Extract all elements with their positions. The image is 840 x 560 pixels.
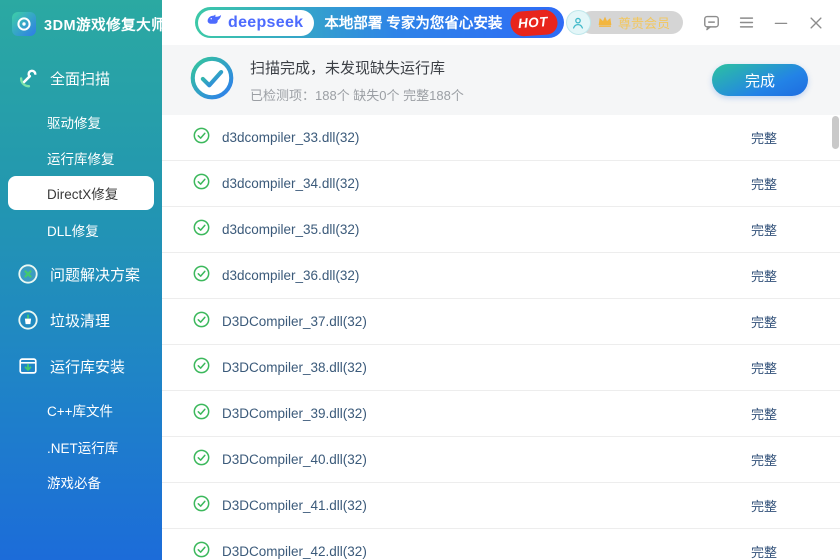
- table-row: D3DCompiler_41.dll(32) 完整: [162, 483, 840, 529]
- close-icon[interactable]: [806, 13, 826, 33]
- dll-file-name: D3DCompiler_38.dll(32): [222, 360, 367, 375]
- check-circle-icon: [193, 127, 210, 149]
- dll-file-name: D3DCompiler_40.dll(32): [222, 452, 367, 467]
- hot-badge: HOT: [511, 9, 558, 36]
- dll-result-list: d3dcompiler_33.dll(32) 完整 d3dcompiler_34.d…: [162, 115, 840, 560]
- vip-pill: 尊贵会员: [579, 11, 683, 34]
- dll-file-name: D3DCompiler_39.dll(32): [222, 406, 367, 421]
- minimize-icon[interactable]: [771, 13, 791, 33]
- sidebar-nav: 全面扫描驱动修复运行库修复 DirectX修复 DLL修复问题解决方案 垃圾清理运行库…: [0, 38, 162, 492]
- app-logo-row: 3DM游戏修复大师: [0, 0, 162, 38]
- deepseek-brand-label: deepseek: [228, 13, 304, 31]
- crown-icon: [597, 14, 613, 31]
- sidebar-item-label: 运行库安装: [50, 358, 126, 376]
- sidebar-item-full-scan[interactable]: 全面扫描: [0, 64, 162, 92]
- wrench-icon: [17, 67, 39, 89]
- sidebar-item-label: 游戏必备: [47, 476, 101, 491]
- dll-status-label: 完整: [750, 315, 777, 330]
- dll-status-label: 完整: [750, 131, 777, 146]
- table-row: d3dcompiler_34.dll(32) 完整: [162, 161, 840, 207]
- main-panel: deepseek 本地部署 专家为您省心安装 HOT 尊贵会员 扫描完成，未发现…: [162, 0, 840, 560]
- table-row: D3DCompiler_40.dll(32) 完整: [162, 437, 840, 483]
- table-row: D3DCompiler_39.dll(32) 完整: [162, 391, 840, 437]
- menu-icon[interactable]: [736, 13, 756, 33]
- check-circle-icon: [193, 219, 210, 241]
- dll-file-name: d3dcompiler_35.dll(32): [222, 222, 360, 237]
- sidebar: 3DM游戏修复大师 全面扫描驱动修复运行库修复 DirectX修复 DLL修复问题解…: [0, 0, 162, 560]
- sidebar-item-label: 垃圾清理: [50, 312, 111, 330]
- scan-result-summary: 已检测项：188个 缺失0个 完整188个: [250, 87, 464, 103]
- scrollbar-thumb[interactable]: [832, 116, 839, 149]
- dll-file-name: D3DCompiler_37.dll(32): [222, 314, 367, 329]
- sidebar-item-label: C++库文件: [47, 404, 114, 419]
- check-circle-icon: [193, 357, 210, 379]
- vip-label: 尊贵会员: [617, 16, 670, 31]
- sidebar-item-directx-fix[interactable]: DirectX修复: [8, 176, 154, 210]
- dll-status-label: 完整: [750, 545, 777, 560]
- dll-status-label: 完整: [750, 499, 777, 514]
- check-circle-icon: [193, 403, 210, 425]
- dll-status-label: 完整: [750, 361, 777, 376]
- app-window: 3DM游戏修复大师 全面扫描驱动修复运行库修复 DirectX修复 DLL修复问题解…: [0, 0, 840, 560]
- check-circle-icon: [193, 541, 210, 560]
- sidebar-item-driver-fix[interactable]: 驱动修复: [0, 112, 162, 132]
- dll-status-label: 完整: [750, 177, 777, 192]
- sidebar-item-label: 运行库修复: [47, 152, 115, 167]
- dll-file-name: d3dcompiler_33.dll(32): [222, 130, 360, 145]
- sidebar-item-junk-clean[interactable]: 垃圾清理: [0, 306, 162, 334]
- scan-result-header: 扫描完成，未发现缺失运行库 已检测项：188个 缺失0个 完整188个 完成: [162, 45, 840, 115]
- dll-file-name: d3dcompiler_36.dll(32): [222, 268, 360, 283]
- sidebar-item-runtime-fix[interactable]: 运行库修复: [0, 148, 162, 168]
- dll-status-label: 完整: [750, 453, 777, 468]
- sidebar-item-dll-fix[interactable]: DLL修复: [0, 220, 162, 240]
- table-row: d3dcompiler_36.dll(32) 完整: [162, 253, 840, 299]
- deepseek-brand-capsule: deepseek: [198, 9, 315, 36]
- finish-button[interactable]: 完成: [712, 64, 808, 96]
- title-bar: deepseek 本地部署 专家为您省心安装 HOT 尊贵会员: [162, 0, 840, 45]
- dll-file-name: D3DCompiler_42.dll(32): [222, 544, 367, 559]
- table-row: D3DCompiler_37.dll(32) 完整: [162, 299, 840, 345]
- clean-icon: [17, 309, 39, 331]
- check-circle-icon: [193, 449, 210, 471]
- check-circle-icon: [193, 495, 210, 517]
- sidebar-item-label: DLL修复: [47, 224, 99, 239]
- sidebar-item-dotnet-runtime[interactable]: .NET运行库: [0, 437, 162, 457]
- dll-file-name: d3dcompiler_34.dll(32): [222, 176, 360, 191]
- user-avatar-icon: [565, 10, 591, 35]
- app-logo-icon: [12, 12, 36, 36]
- check-circle-icon: [193, 173, 210, 195]
- table-row: d3dcompiler_33.dll(32) 完整: [162, 115, 840, 161]
- sidebar-item-label: 全面扫描: [50, 70, 111, 88]
- dll-status-label: 完整: [750, 223, 777, 238]
- deepseek-ad-banner[interactable]: deepseek 本地部署 专家为您省心安装 HOT: [195, 7, 565, 38]
- table-row: D3DCompiler_42.dll(32) 完整: [162, 529, 840, 560]
- sidebar-item-game-essentials[interactable]: 游戏必备: [0, 472, 162, 492]
- install-icon: [17, 355, 39, 377]
- dll-status-label: 完整: [750, 269, 777, 284]
- table-row: d3dcompiler_35.dll(32) 完整: [162, 207, 840, 253]
- sidebar-item-label: DirectX修复: [47, 187, 119, 202]
- sidebar-item-solutions[interactable]: 问题解决方案: [0, 260, 162, 288]
- sidebar-item-cpp-files[interactable]: C++库文件: [0, 400, 162, 420]
- dll-status-label: 完整: [750, 407, 777, 422]
- x-circle-icon: [17, 263, 39, 285]
- table-row: D3DCompiler_38.dll(32) 完整: [162, 345, 840, 391]
- scan-result-title: 扫描完成，未发现缺失运行库: [250, 59, 446, 77]
- sidebar-item-label: .NET运行库: [47, 441, 119, 456]
- banner-slogan: 本地部署 专家为您省心安装: [324, 16, 503, 32]
- sidebar-item-runtime-install[interactable]: 运行库安装: [0, 352, 162, 380]
- deepseek-whale-icon: [205, 11, 223, 34]
- sidebar-item-label: 驱动修复: [47, 116, 101, 131]
- vip-membership-button[interactable]: 尊贵会员: [565, 10, 683, 35]
- feedback-icon[interactable]: [701, 13, 721, 33]
- scan-success-icon: [190, 56, 234, 105]
- dll-file-name: D3DCompiler_41.dll(32): [222, 498, 367, 513]
- check-circle-icon: [193, 311, 210, 333]
- app-title: 3DM游戏修复大师: [44, 17, 162, 34]
- check-circle-icon: [193, 265, 210, 287]
- sidebar-item-label: 问题解决方案: [50, 266, 141, 284]
